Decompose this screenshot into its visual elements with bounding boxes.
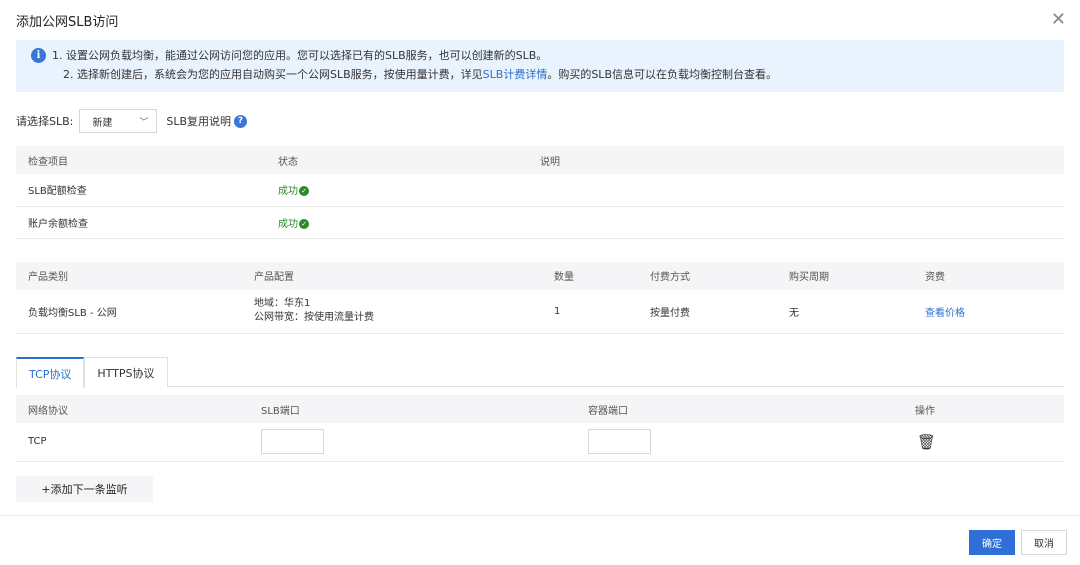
protocol-tabs: TCP协议 HTTPS协议: [16, 357, 1064, 388]
col-period: 购买周期: [789, 261, 925, 290]
slb-port-input[interactable]: [261, 429, 324, 455]
slb-port-cell: [261, 423, 588, 462]
add-public-slb-dialog: 添加公网SLB访问 ✕ i 1. 设置公网负载均衡，能通过公网访问您的应用。您可…: [0, 0, 1080, 565]
check-item: 账户余额检查: [16, 206, 278, 239]
container-port-cell: [588, 423, 915, 462]
notice-line-2: 2. 选择新创建后，系统会为您的应用自动购买一个公网SLB服务，按使用量计费，详…: [30, 65, 1052, 84]
col-note: 说明: [540, 146, 1064, 174]
tab-https[interactable]: HTTPS协议: [84, 357, 168, 387]
help-icon[interactable]: ?: [234, 114, 248, 128]
col-payment: 付费方式: [650, 261, 789, 290]
cancel-button[interactable]: 取消: [1021, 530, 1067, 555]
tab-tcp[interactable]: TCP协议: [16, 357, 85, 388]
actions-cell: 🗑: [915, 423, 1064, 462]
product-category: 负载均衡SLB - 公网: [16, 289, 254, 334]
product-payment: 按量付费: [650, 289, 789, 334]
check-circle-icon: ✓: [299, 186, 309, 197]
confirm-button[interactable]: 确定: [969, 530, 1015, 555]
trash-icon[interactable]: 🗑: [917, 433, 936, 451]
status-success: 成功: [278, 218, 298, 230]
dialog-footer: 确定 取消: [0, 515, 1080, 565]
product-price: 查看价格: [925, 289, 1064, 334]
product-period: 无: [789, 289, 925, 334]
table-row: SLB配额检查 成功 ✓: [16, 174, 1064, 207]
check-status: 成功 ✓: [278, 206, 540, 239]
slb-pricing-link[interactable]: SLB计费详情: [483, 68, 548, 81]
col-config: 产品配置: [254, 261, 554, 290]
notice-line-2-prefix: 2. 选择新创建后，系统会为您的应用自动购买一个公网SLB服务，按使用量计费，详…: [63, 68, 483, 81]
notice-line-1: 1. 设置公网负载均衡，能通过公网访问您的应用。您可以选择已有的SLB服务，也可…: [52, 49, 548, 62]
product-table-header: 产品类别 产品配置 数量 付费方式 购买周期 资费: [16, 261, 1064, 290]
col-price: 资费: [925, 261, 1064, 290]
listener-table-header: 网络协议 SLB端口 容器端口 操作: [16, 395, 1064, 423]
table-row: 负载均衡SLB - 公网 地域：华东1 公网带宽：按使用流量计费 1 按量付费 …: [16, 289, 1064, 334]
check-note: [540, 174, 1064, 207]
status-success: 成功: [278, 186, 298, 198]
check-circle-icon: ✓: [299, 218, 309, 229]
add-listener-button[interactable]: +添加下一条监听: [16, 475, 153, 502]
slb-select[interactable]: 新建 ﹀: [79, 109, 158, 133]
slb-reuse-text: SLB复用说明: [166, 115, 232, 128]
close-icon[interactable]: ✕: [1051, 11, 1066, 29]
dialog-title: 添加公网SLB访问: [16, 14, 119, 30]
product-table: 产品类别 产品配置 数量 付费方式 购买周期 资费 负载均衡SLB - 公网 地…: [16, 261, 1064, 334]
chevron-down-icon: ﹀: [139, 117, 149, 128]
check-table: 检查项目 状态 说明 SLB配额检查 成功 ✓ 账户余额检查 成功 ✓: [16, 146, 1064, 239]
col-quantity: 数量: [554, 261, 650, 290]
table-row: TCP 🗑: [16, 423, 1064, 462]
col-category: 产品类别: [16, 261, 254, 290]
slb-select-row: 请选择SLB: 新建 ﹀ SLB复用说明 ?: [0, 96, 1080, 146]
container-port-input[interactable]: [588, 429, 651, 455]
config-region: 地域：华东1: [254, 298, 311, 310]
col-protocol: 网络协议: [16, 395, 261, 423]
slb-select-label: 请选择SLB:: [16, 115, 74, 128]
col-slb-port: SLB端口: [261, 395, 588, 423]
check-status: 成功 ✓: [278, 174, 540, 207]
col-status: 状态: [278, 146, 540, 174]
col-container-port: 容器端口: [588, 395, 915, 423]
check-item: SLB配额检查: [16, 174, 278, 207]
product-config: 地域：华东1 公网带宽：按使用流量计费: [254, 289, 554, 334]
slb-select-value: 新建: [92, 117, 113, 129]
listener-table: 网络协议 SLB端口 容器端口 操作 TCP 🗑: [16, 395, 1064, 462]
listener-protocol: TCP: [16, 423, 261, 462]
slb-reuse-help[interactable]: SLB复用说明 ?: [166, 113, 248, 129]
col-check-item: 检查项目: [16, 146, 278, 174]
check-note: [540, 206, 1064, 239]
dialog-header: 添加公网SLB访问 ✕: [0, 0, 1080, 40]
config-bandwidth: 公网带宽：按使用流量计费: [254, 312, 374, 324]
product-quantity: 1: [554, 289, 650, 334]
notice-line-2-suffix: 。购买的SLB信息可以在负载均衡控制台查看。: [547, 68, 777, 81]
info-notice: i 1. 设置公网负载均衡，能通过公网访问您的应用。您可以选择已有的SLB服务，…: [16, 40, 1064, 92]
info-icon: i: [31, 48, 46, 63]
check-table-header: 检查项目 状态 说明: [16, 146, 1064, 174]
view-price-link[interactable]: 查看价格: [925, 308, 965, 319]
table-row: 账户余额检查 成功 ✓: [16, 206, 1064, 239]
col-actions: 操作: [915, 395, 1064, 423]
